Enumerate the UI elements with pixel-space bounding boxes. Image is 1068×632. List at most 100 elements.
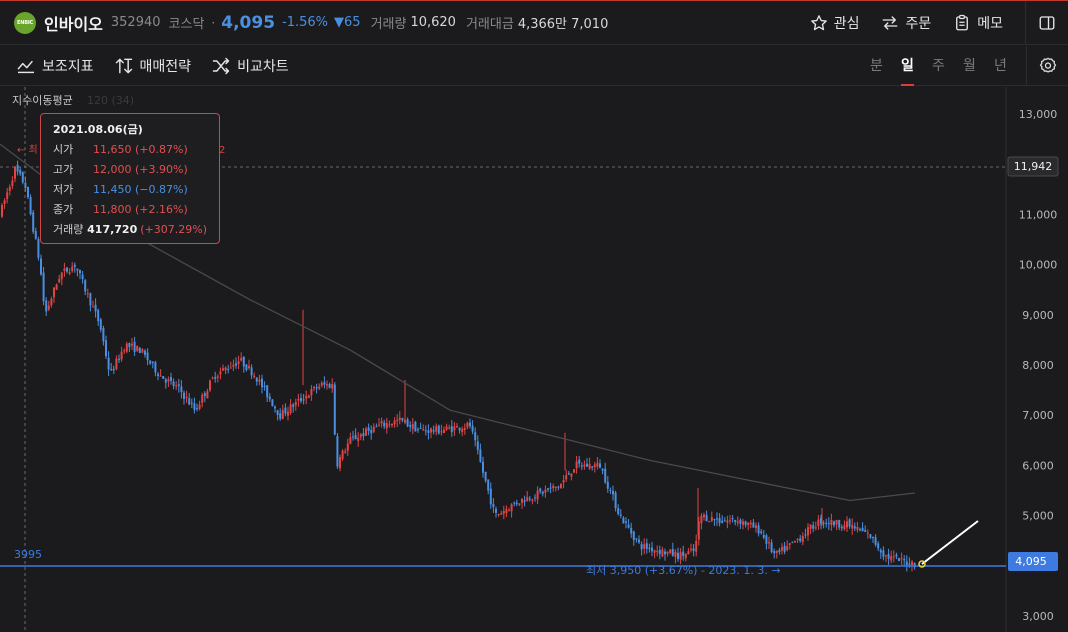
tab-minute[interactable]: 분 bbox=[861, 46, 892, 86]
candle-body bbox=[469, 422, 471, 427]
candle-body bbox=[274, 406, 276, 409]
candle-body bbox=[781, 547, 783, 551]
candle-body bbox=[336, 436, 339, 467]
strategy-button[interactable]: 매매전략 bbox=[114, 56, 192, 76]
candle-body bbox=[900, 558, 903, 560]
candle-body bbox=[458, 427, 461, 431]
chart-settings-button[interactable] bbox=[1026, 46, 1068, 86]
clipboard-icon bbox=[956, 14, 969, 31]
horizontal-line-label: 3995 bbox=[14, 548, 42, 561]
candle-body bbox=[424, 430, 427, 432]
candle-body bbox=[107, 357, 110, 370]
candle-body bbox=[879, 549, 882, 553]
watchlist-button[interactable]: 관심 bbox=[810, 13, 859, 33]
volume-value: 10,620 bbox=[410, 15, 456, 30]
candle-body bbox=[679, 552, 682, 560]
candle-body bbox=[835, 519, 838, 525]
candle-body bbox=[539, 488, 542, 492]
separator-dot: · bbox=[211, 15, 216, 30]
candle-body bbox=[456, 426, 458, 428]
drawn-trendline[interactable] bbox=[921, 520, 979, 565]
candle-body bbox=[622, 517, 625, 524]
candle-body bbox=[640, 544, 643, 550]
candle-body bbox=[591, 466, 594, 468]
candle-body bbox=[388, 424, 391, 426]
candle-body bbox=[435, 426, 438, 432]
candle-body bbox=[505, 509, 508, 513]
tab-day[interactable]: 일 bbox=[892, 46, 923, 86]
strategy-label: 매매전략 bbox=[139, 58, 192, 75]
candle-body bbox=[890, 556, 893, 561]
candle-body bbox=[411, 424, 414, 430]
candle-body bbox=[326, 384, 328, 386]
candle-body bbox=[27, 187, 29, 198]
change-amount: ▼65 bbox=[334, 15, 361, 30]
memo-label: 메모 bbox=[977, 16, 1003, 32]
candle-body bbox=[6, 192, 9, 200]
candle-body bbox=[427, 430, 430, 434]
candle-body bbox=[409, 425, 412, 427]
candle-body bbox=[401, 418, 404, 421]
candle-body bbox=[521, 498, 523, 503]
candle-body bbox=[232, 364, 235, 367]
candle-body bbox=[570, 473, 573, 477]
candle-body bbox=[437, 425, 440, 434]
candle-body bbox=[695, 540, 698, 552]
candle-body bbox=[73, 264, 76, 267]
swap-arrows-icon bbox=[883, 16, 898, 30]
candle-body bbox=[136, 345, 139, 351]
candle-body bbox=[440, 431, 443, 433]
candle-body bbox=[227, 368, 230, 370]
candle-body bbox=[320, 382, 323, 386]
candle-body bbox=[112, 368, 115, 371]
current-price: 4,095 bbox=[221, 12, 276, 33]
stock-name[interactable]: 인바이오 bbox=[44, 11, 103, 35]
candle-body bbox=[651, 547, 653, 552]
candle-body bbox=[687, 551, 690, 555]
indicator-legend-params: 120 (34) bbox=[87, 94, 134, 107]
candle-body bbox=[79, 269, 81, 274]
candle-body bbox=[523, 500, 526, 502]
side-panel-toggle[interactable] bbox=[1026, 1, 1068, 45]
indicator-button[interactable]: 보조지표 bbox=[16, 56, 94, 76]
candle-body bbox=[666, 551, 669, 554]
candle-body bbox=[534, 497, 536, 499]
candle-body bbox=[229, 367, 232, 369]
candle-body bbox=[14, 166, 16, 179]
candle-body bbox=[276, 410, 279, 415]
candle-body bbox=[123, 350, 126, 352]
candle-body bbox=[281, 409, 284, 420]
candle-body bbox=[385, 422, 388, 429]
candle-body bbox=[866, 532, 869, 534]
order-button[interactable]: 주문 bbox=[881, 13, 931, 33]
candle-body bbox=[370, 430, 373, 434]
candle-body bbox=[749, 522, 752, 525]
candle-body bbox=[258, 379, 261, 382]
candle-body bbox=[739, 519, 742, 524]
candle-body bbox=[502, 510, 505, 514]
candle-body bbox=[214, 377, 217, 379]
compare-button[interactable]: 비교차트 bbox=[211, 56, 289, 76]
candle-body bbox=[245, 364, 248, 370]
candle-body bbox=[164, 379, 167, 383]
low-annotation: 최저 3,950 (+3.67%) - 2023. 1. 3. → bbox=[586, 564, 781, 577]
candle-body bbox=[869, 534, 872, 538]
candle-body bbox=[45, 300, 48, 312]
candle-body bbox=[885, 555, 887, 557]
side-panel-icon bbox=[1039, 16, 1055, 30]
candle-body bbox=[362, 433, 365, 437]
star-icon bbox=[810, 15, 827, 31]
candle-body bbox=[216, 376, 219, 378]
candle-body bbox=[172, 381, 175, 387]
tab-year[interactable]: 년 bbox=[985, 46, 1016, 86]
candle-body bbox=[796, 539, 799, 541]
candle-body bbox=[58, 279, 61, 283]
candle-body bbox=[1, 204, 3, 217]
tooltip-high-label: 고가 bbox=[53, 163, 74, 176]
candle-body bbox=[518, 503, 521, 505]
candle-body bbox=[911, 561, 913, 565]
memo-button[interactable]: 메모 bbox=[953, 13, 1003, 33]
tab-month[interactable]: 월 bbox=[954, 46, 985, 86]
tab-week[interactable]: 주 bbox=[923, 46, 954, 86]
indicator-legend-label: 지수이동평균 bbox=[12, 94, 73, 107]
